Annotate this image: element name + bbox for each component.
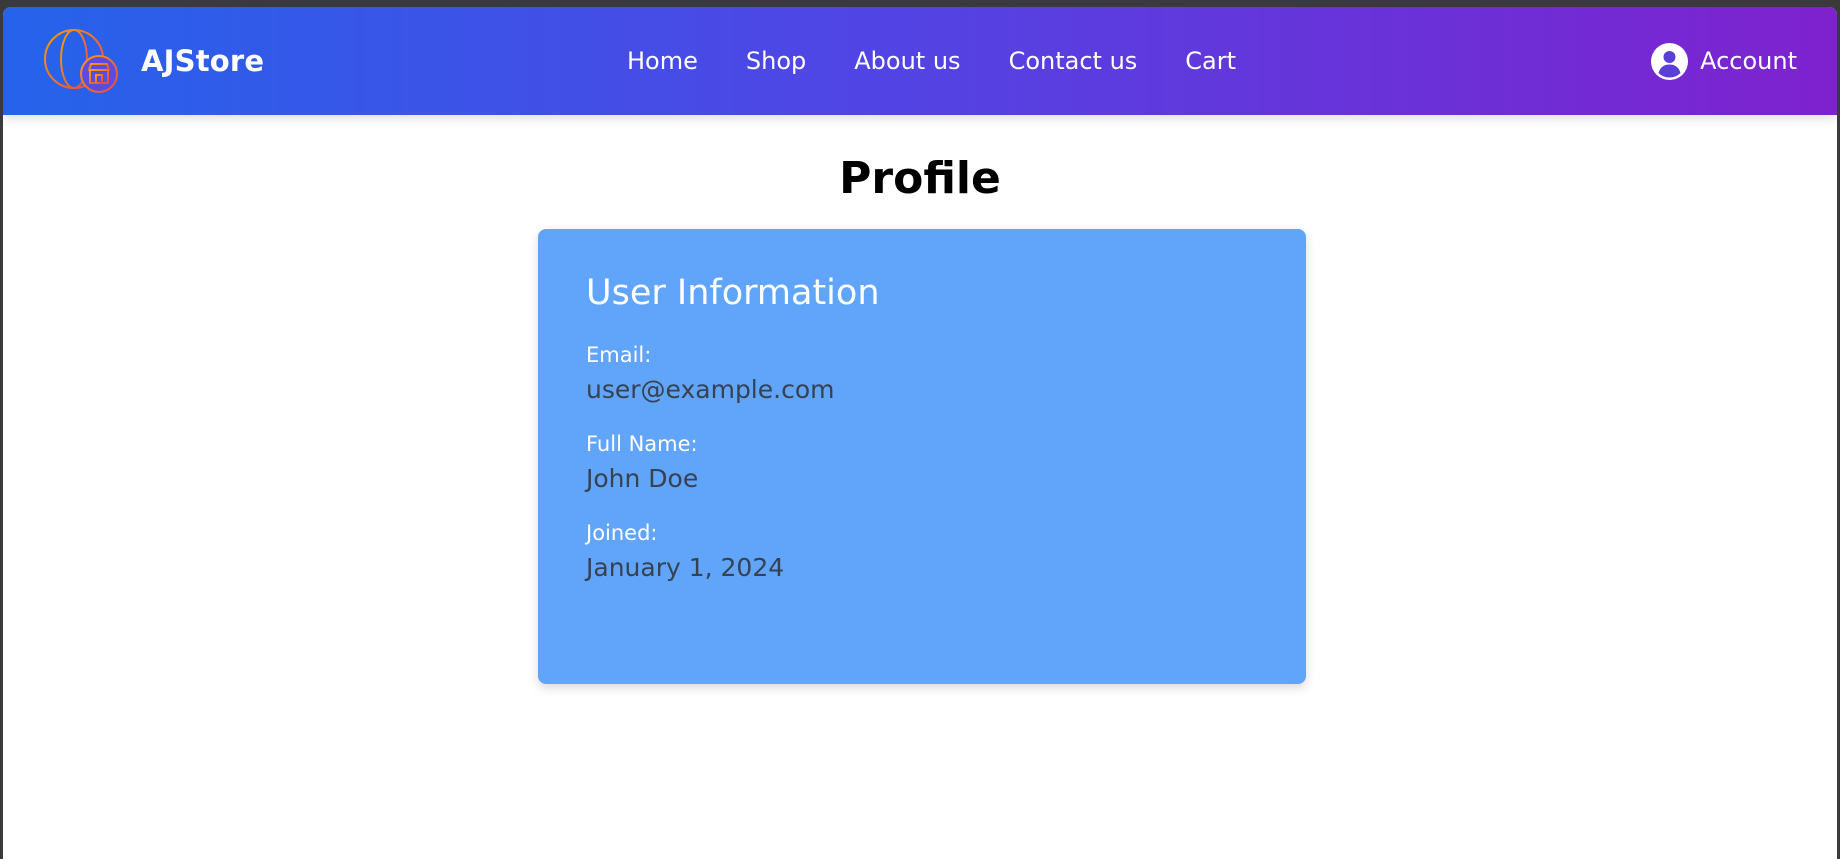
brand[interactable]: AJStore [43, 28, 264, 94]
card-title: User Information [586, 273, 880, 313]
nav-contact-us[interactable]: Contact us [1009, 47, 1138, 75]
nav-shop[interactable]: Shop [746, 47, 806, 75]
nav-about-us[interactable]: About us [854, 47, 960, 75]
page-title: Profile [839, 153, 1001, 204]
full-name-field: Full Name: John Doe [586, 432, 1258, 493]
joined-field: Joined: January 1, 2024 [586, 521, 1258, 582]
full-name-value: John Doe [586, 464, 699, 493]
joined-value: January 1, 2024 [586, 553, 785, 582]
nav-home[interactable]: Home [627, 47, 698, 75]
main-nav: Home Shop About us Contact us Cart [627, 7, 1236, 115]
user-info-card: User Information Email: user@example.com… [538, 229, 1306, 684]
joined-label: Joined: [586, 521, 658, 545]
account-button[interactable]: Account [1651, 7, 1797, 115]
brand-name: AJStore [141, 44, 265, 78]
account-label: Account [1700, 47, 1797, 75]
email-field: Email: user@example.com [586, 343, 1258, 404]
full-name-label: Full Name: [586, 432, 698, 456]
browser-window: AJStore Home Shop About us Contact us Ca… [3, 7, 1837, 859]
email-value: user@example.com [586, 375, 835, 404]
globe-store-icon [44, 29, 118, 93]
nav-cart[interactable]: Cart [1185, 47, 1236, 75]
user-circle-icon [1651, 42, 1689, 80]
top-navbar: AJStore Home Shop About us Contact us Ca… [3, 7, 1837, 115]
email-label: Email: [586, 343, 652, 367]
